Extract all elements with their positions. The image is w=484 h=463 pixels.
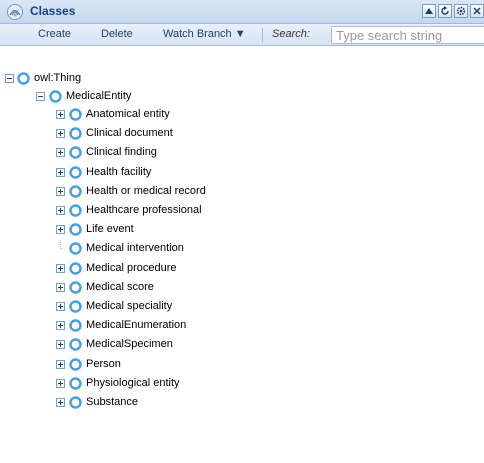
panel-title: Classes xyxy=(30,4,76,18)
expand-plus-icon[interactable] xyxy=(56,129,65,139)
tree-node-label: Health facility xyxy=(86,165,152,178)
tree-node-owl-thing[interactable]: owl:Thing xyxy=(0,70,484,88)
expand-plus-icon[interactable] xyxy=(56,110,65,119)
expand-plus-icon[interactable] xyxy=(56,225,65,235)
classes-toolbar: Create Delete Watch Branch ▼ Search: xyxy=(0,24,484,46)
tree-node-label: Healthcare professional xyxy=(86,204,202,216)
class-circle-icon xyxy=(69,127,82,140)
close-icon xyxy=(473,7,481,15)
tree-node[interactable]: MedicalSpecimen xyxy=(0,336,484,354)
panel-header: Classes xyxy=(0,0,484,24)
class-circle-icon xyxy=(49,90,62,103)
classes-network-icon xyxy=(7,4,23,20)
class-circle-icon xyxy=(69,319,82,332)
tree-node-medical-entity[interactable]: MedicalEntity xyxy=(0,88,484,106)
tree-node[interactable]: Medical intervention xyxy=(0,240,484,258)
class-circle-icon xyxy=(69,223,82,236)
refresh-icon xyxy=(441,6,449,15)
tree-node[interactable]: Clinical finding xyxy=(0,144,484,162)
tree-node-label: MedicalEntity xyxy=(66,90,132,102)
tree-node-label: Life event xyxy=(86,223,134,236)
expand-plus-icon[interactable] xyxy=(56,282,65,292)
tree-node[interactable]: Health or medical record xyxy=(0,183,484,201)
expand-plus-icon[interactable] xyxy=(56,206,65,215)
collapse-up-icon xyxy=(425,8,433,14)
tree-node[interactable]: Life event xyxy=(0,221,484,239)
class-circle-icon xyxy=(69,281,82,294)
settings-tool-button[interactable] xyxy=(454,4,468,18)
class-circle-icon xyxy=(69,338,82,352)
tree-node[interactable]: Medical procedure xyxy=(0,260,484,278)
collapse-minus-icon[interactable] xyxy=(36,92,45,101)
expand-plus-icon[interactable] xyxy=(56,321,65,331)
header-tools xyxy=(422,4,484,20)
tree-node-label: MedicalSpecimen xyxy=(86,338,173,351)
tree-node[interactable]: Health facility xyxy=(0,164,484,182)
tree-node-label: Clinical finding xyxy=(86,146,157,159)
tree-node-label: MedicalEnumeration xyxy=(86,319,187,332)
tree-node[interactable]: Person xyxy=(0,356,484,374)
classes-panel: Classes Create Delete Watch Branch ▼ Sea… xyxy=(0,0,484,463)
expand-plus-icon[interactable] xyxy=(56,398,65,407)
close-tool-button[interactable] xyxy=(470,4,484,18)
class-circle-icon xyxy=(69,357,82,371)
class-circle-icon xyxy=(17,72,30,85)
class-circle-icon xyxy=(69,300,82,313)
tree-node-label: Anatomical entity xyxy=(86,108,170,120)
watch-branch-button[interactable]: Watch Branch ▼ xyxy=(163,28,246,40)
toolbar-separator xyxy=(262,28,263,42)
class-circle-icon xyxy=(69,146,82,160)
refresh-tool-button[interactable] xyxy=(438,4,452,18)
expand-plus-icon[interactable] xyxy=(56,186,65,196)
delete-button[interactable]: Delete xyxy=(101,28,133,40)
tree-node[interactable]: Physiological entity xyxy=(0,375,484,393)
tree-node[interactable]: Substance xyxy=(0,394,484,412)
class-circle-icon xyxy=(69,165,82,179)
tree-node-label: Physiological entity xyxy=(86,376,180,389)
tree-node[interactable]: Medical speciality xyxy=(0,298,484,316)
tree-node-label: Clinical document xyxy=(86,127,173,140)
tree-node[interactable]: Clinical document xyxy=(0,125,484,143)
tree-node[interactable]: Medical score xyxy=(0,279,484,297)
tree-node-label: Substance xyxy=(86,396,138,408)
search-label: Search: xyxy=(272,28,310,40)
class-circle-icon xyxy=(69,242,82,256)
tree-node[interactable]: Anatomical entity xyxy=(0,106,484,124)
expand-plus-icon[interactable] xyxy=(56,302,65,311)
tree-node-label: Health or medical record xyxy=(86,184,206,197)
tree-node-label: owl:Thing xyxy=(34,72,82,84)
class-circle-icon xyxy=(69,204,82,217)
tree-node[interactable]: Healthcare professional xyxy=(0,202,484,220)
class-circle-icon xyxy=(69,396,82,409)
collapse-tool-button[interactable] xyxy=(422,4,436,18)
gear-icon xyxy=(456,6,466,16)
expand-plus-icon[interactable] xyxy=(56,148,65,158)
class-circle-icon xyxy=(69,261,82,275)
tree-node-label: Medical procedure xyxy=(86,261,177,274)
class-circle-icon xyxy=(69,377,82,390)
class-circle-icon xyxy=(69,108,82,121)
expand-plus-icon[interactable] xyxy=(56,378,65,388)
tree-node-label: Person xyxy=(86,357,121,370)
expand-plus-icon[interactable] xyxy=(56,263,65,273)
create-button[interactable]: Create xyxy=(38,28,71,40)
expand-plus-icon[interactable] xyxy=(56,359,65,369)
tree-connector-line xyxy=(60,240,65,250)
tree-node[interactable]: MedicalEnumeration xyxy=(0,317,484,335)
expand-plus-icon[interactable] xyxy=(56,167,65,177)
search-input[interactable] xyxy=(331,26,484,44)
tree-node-label: Medical intervention xyxy=(86,242,184,255)
tree-node-label: Medical score xyxy=(86,280,154,293)
class-circle-icon xyxy=(69,185,82,198)
collapse-minus-icon[interactable] xyxy=(5,74,14,83)
tree-node-label: Medical speciality xyxy=(86,300,173,312)
expand-plus-icon[interactable] xyxy=(56,340,65,350)
